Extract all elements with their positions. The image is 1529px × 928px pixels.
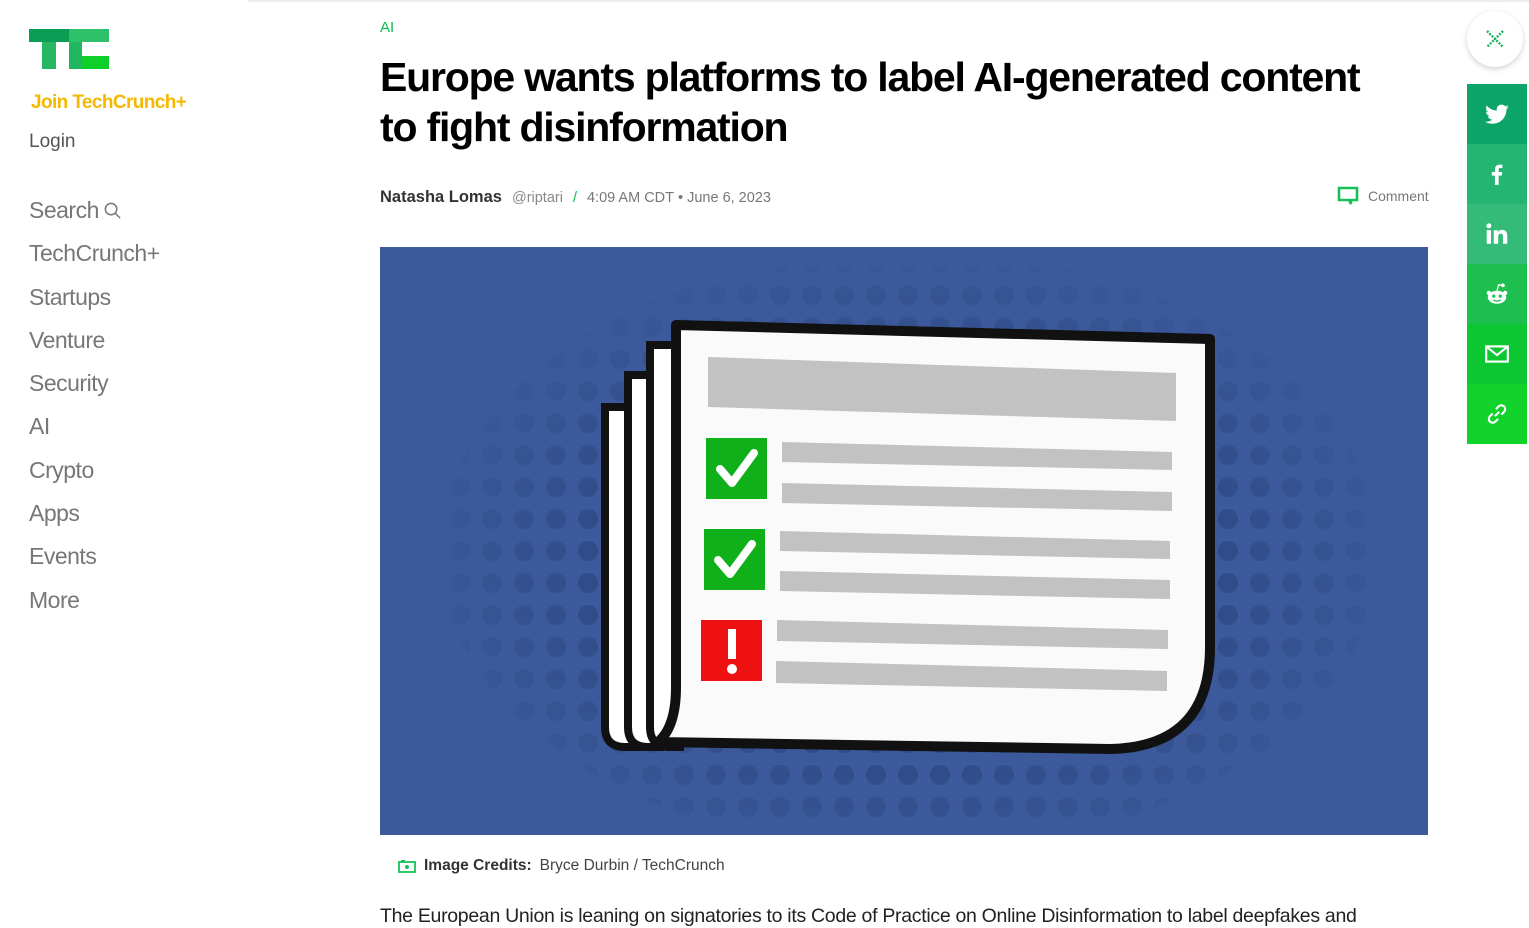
- reddit-icon: [1486, 283, 1508, 304]
- comment-label: Comment: [1368, 188, 1429, 204]
- publish-time: 4:09 AM CDT: [586, 190, 675, 206]
- facebook-icon: [1491, 164, 1503, 185]
- twitter-icon: [1485, 104, 1509, 124]
- byline-bullet: •: [678, 190, 684, 206]
- author-name[interactable]: Natasha Lomas: [380, 188, 502, 207]
- nav-item-events[interactable]: Events: [29, 543, 97, 570]
- share-rail: [1467, 84, 1527, 444]
- join-techcrunch-plus-link[interactable]: Join TechCrunch+: [31, 92, 187, 114]
- share-email-button[interactable]: [1467, 324, 1527, 384]
- search-icon: [104, 202, 121, 219]
- article-body-paragraph: The European Union is leaning on signato…: [380, 905, 1357, 927]
- email-icon: [1485, 345, 1509, 363]
- techcrunch-logo[interactable]: [29, 29, 109, 69]
- byline: Natasha Lomas @riptari / 4:09 AM CDT • J…: [380, 188, 771, 207]
- nav-item-startups[interactable]: Startups: [29, 284, 111, 311]
- byline-separator: /: [572, 190, 577, 206]
- comment-icon: [1337, 186, 1359, 205]
- login-link[interactable]: Login: [29, 131, 76, 153]
- image-credits-label: Image Credits:: [424, 857, 532, 874]
- share-linkedin-button[interactable]: [1467, 204, 1527, 264]
- top-divider: [248, 0, 1529, 2]
- article-category[interactable]: AI: [380, 19, 394, 36]
- nav-item-security[interactable]: Security: [29, 370, 109, 397]
- close-icon: [1486, 30, 1504, 48]
- share-twitter-button[interactable]: [1467, 84, 1527, 144]
- share-copy-link-button[interactable]: [1467, 384, 1527, 444]
- author-handle[interactable]: @riptari: [512, 190, 563, 206]
- nav-item-label: Search: [29, 197, 99, 223]
- hero-image: [380, 247, 1428, 835]
- check-box-1: [706, 438, 767, 499]
- nav-item-ai[interactable]: AI: [29, 413, 50, 440]
- image-credits: Image Credits: Bryce Durbin / TechCrunch: [398, 857, 725, 875]
- nav-item-apps[interactable]: Apps: [29, 500, 80, 527]
- sidebar: Join TechCrunch+ Login Search TechCrunch…: [0, 0, 248, 928]
- nav-item-crypto[interactable]: Crypto: [29, 457, 94, 484]
- publish-date: June 6, 2023: [687, 190, 771, 206]
- link-icon: [1487, 404, 1507, 424]
- nav-item-venture[interactable]: Venture: [29, 327, 105, 354]
- close-share-button[interactable]: [1467, 11, 1523, 67]
- nav-item-techcrunch-plus[interactable]: TechCrunch+: [29, 240, 160, 267]
- comment-button[interactable]: Comment: [1337, 186, 1429, 206]
- nav-item-more[interactable]: More: [29, 587, 80, 614]
- main-nav: Search TechCrunch+ Startups Venture Secu…: [29, 197, 160, 630]
- check-box-2: [704, 529, 765, 590]
- share-reddit-button[interactable]: [1467, 264, 1527, 324]
- share-facebook-button[interactable]: [1467, 144, 1527, 204]
- camera-icon: [398, 860, 416, 873]
- techcrunch-logo-icon: [29, 29, 109, 69]
- newspaper-checklist-illustration: [380, 247, 1428, 835]
- article-title: Europe wants platforms to label AI-gener…: [380, 54, 1361, 150]
- nav-item-search[interactable]: Search: [29, 197, 122, 224]
- image-credits-value: Bryce Durbin / TechCrunch: [539, 857, 725, 874]
- linkedin-icon: [1486, 223, 1508, 244]
